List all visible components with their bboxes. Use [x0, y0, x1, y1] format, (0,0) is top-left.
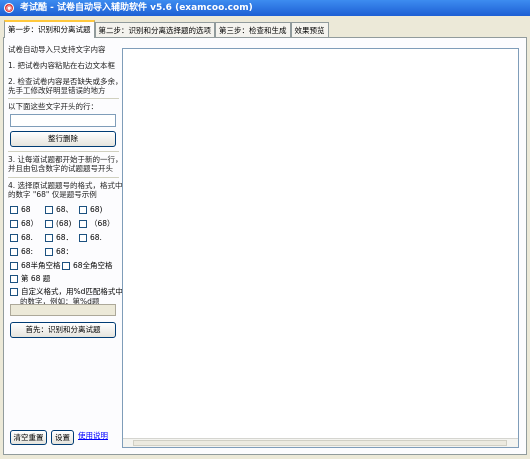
checkbox-icon — [45, 206, 53, 214]
tab-strip: 第一步：识别和分离试题 第二步：识别和分离选择题的选项 第三步：检查和生成 效果… — [4, 20, 329, 38]
format-checkbox[interactable]: (68) — [45, 219, 71, 229]
format-checkbox[interactable]: 68： — [45, 247, 73, 257]
content-textarea[interactable] — [122, 48, 519, 448]
tab-step1[interactable]: 第一步：识别和分离试题 — [4, 20, 95, 38]
checkbox-icon — [45, 220, 53, 228]
tab-step2[interactable]: 第二步：识别和分离选择题的选项 — [94, 22, 215, 38]
tab-step3[interactable]: 第三步：检查和生成 — [215, 22, 291, 38]
step1-text: 1. 把试卷内容粘贴在右边文本框 — [8, 61, 116, 70]
delete-label: 以下面这些文字开头的行： — [8, 102, 98, 111]
step2-text-2: 先手工修改好明显错误的地方 — [8, 86, 106, 95]
help-link[interactable]: 使用说明 — [78, 430, 108, 441]
recognize-button[interactable]: 首先：识别和分离试题 — [10, 322, 116, 338]
half-space-checkbox[interactable]: 68半角空格 — [10, 261, 61, 271]
step4-text-1: 4. 选择原试题题号的格式，格式中 — [8, 181, 123, 190]
di-ti-checkbox[interactable]: 第 68 题 — [10, 274, 50, 284]
tab-preview[interactable]: 效果预览 — [290, 22, 329, 38]
reset-button[interactable]: 清空重置 — [10, 430, 47, 445]
horizontal-scrollbar[interactable] — [123, 438, 518, 447]
divider — [8, 151, 119, 152]
format-checkbox[interactable]: 68) — [79, 205, 102, 215]
divider — [8, 98, 119, 99]
step2-text-1: 2. 检查试卷内容是否缺失或多余， — [8, 77, 123, 86]
checkbox-icon — [45, 234, 53, 242]
window-title: 考试酷 - 试卷自动导入辅助软件 v5.6 (examcoo.com) — [20, 3, 253, 13]
format-checkbox[interactable]: 68） — [10, 219, 38, 229]
title-bar: ◉ 考试酷 - 试卷自动导入辅助软件 v5.6 (examcoo.com) — [0, 0, 530, 16]
delete-prefix-input[interactable] — [10, 114, 116, 127]
full-space-checkbox[interactable]: 68全角空格 — [62, 261, 113, 271]
checkbox-icon — [79, 206, 87, 214]
format-checkbox[interactable]: 68 — [10, 205, 31, 215]
checkbox-icon — [10, 206, 18, 214]
custom-format-checkbox[interactable]: 自定义格式，用%d匹配格式中 — [10, 287, 123, 297]
step3-text-2: 并且由包含数字的试题题号开头 — [8, 164, 113, 173]
format-checkbox[interactable]: 68、 — [45, 205, 73, 215]
checkbox-icon — [10, 220, 18, 228]
format-checkbox[interactable]: 68: — [10, 247, 33, 257]
checkbox-icon — [79, 220, 87, 228]
checkbox-icon — [10, 288, 18, 296]
delete-lines-button[interactable]: 整行删除 — [10, 131, 116, 147]
format-checkbox[interactable]: 68. — [10, 233, 33, 243]
step4-text-2: 的数字 "68" 仅是题号示例 — [8, 190, 97, 199]
checkbox-icon — [10, 275, 18, 283]
format-checkbox[interactable]: （68） — [79, 219, 115, 229]
checkbox-icon — [79, 234, 87, 242]
app-icon: ◉ — [4, 3, 14, 13]
step3-text-1: 3. 让每道试题都开始于新的一行， — [8, 155, 123, 164]
settings-button[interactable]: 设置 — [51, 430, 74, 445]
divider — [8, 177, 119, 178]
scrollbar-thumb[interactable] — [133, 440, 507, 446]
custom-format-input[interactable] — [10, 304, 116, 316]
checkbox-icon — [10, 248, 18, 256]
format-checkbox[interactable]: 68. — [79, 233, 102, 243]
intro-heading: 试卷自动导入只支持文字内容 — [8, 45, 106, 54]
checkbox-icon — [10, 234, 18, 242]
checkbox-icon — [45, 248, 53, 256]
checkbox-icon — [62, 262, 70, 270]
format-checkbox[interactable]: 68． — [45, 233, 73, 243]
checkbox-icon — [10, 262, 18, 270]
